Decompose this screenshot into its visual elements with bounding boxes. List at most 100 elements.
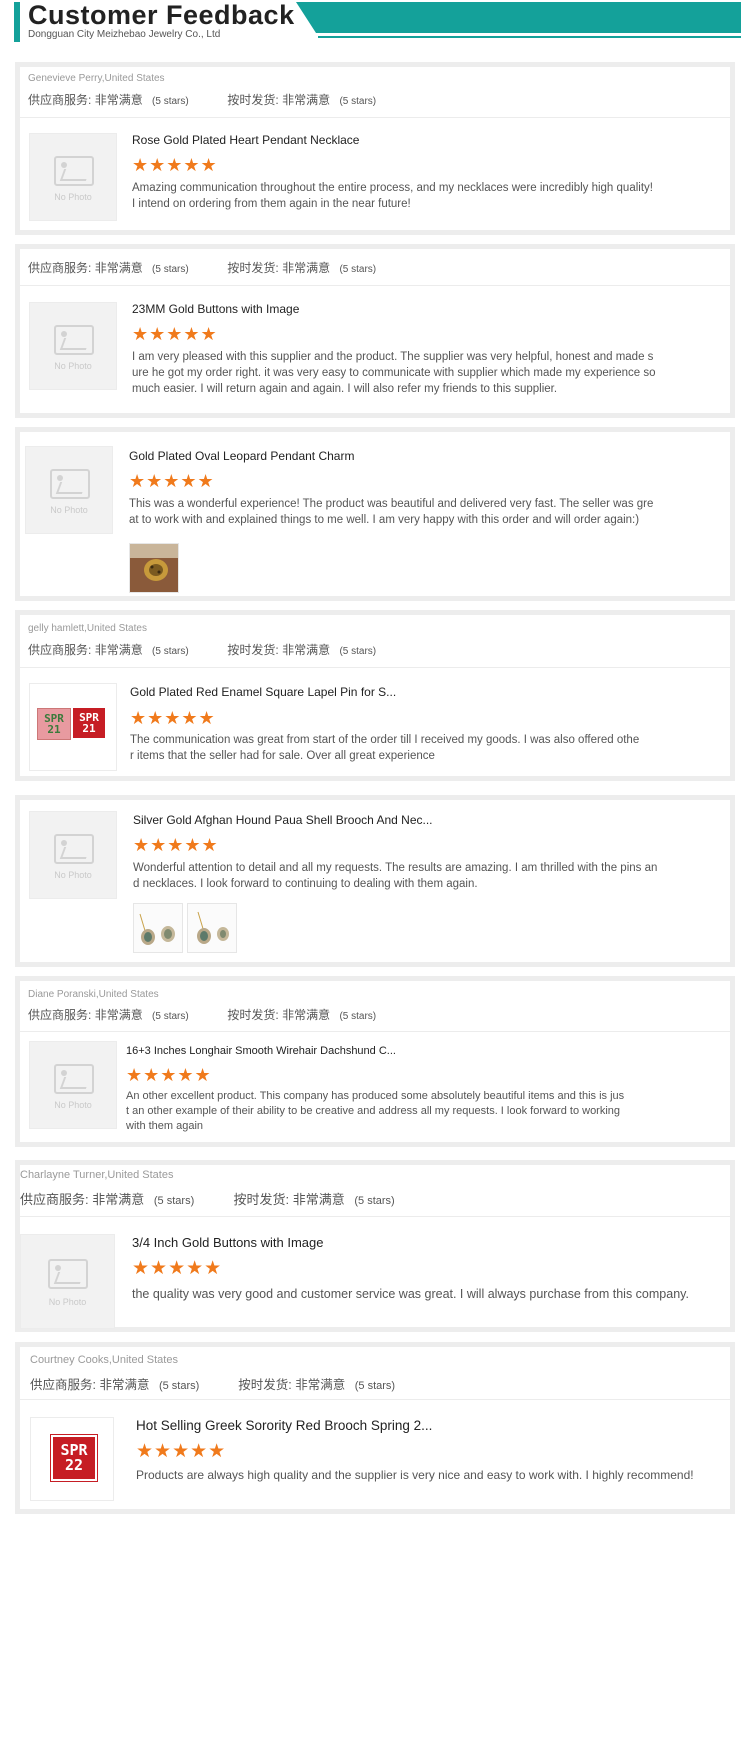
reviewer-name: Charlayne Turner,United States xyxy=(20,1169,174,1181)
rating-summary: 供应商服务: 非常满意 (5 stars) 按时发货: 非常满意 (5 star… xyxy=(28,641,376,658)
product-thumbnail[interactable]: No Photo xyxy=(29,811,117,899)
supplier-service-label: 供应商服务: xyxy=(28,261,92,275)
delivery-value: 非常满意 xyxy=(295,1378,346,1392)
product-thumbnail[interactable]: No Photo xyxy=(25,446,113,534)
review-text: The communication was great from start o… xyxy=(130,734,640,762)
image-placeholder-icon xyxy=(54,834,94,864)
review-header: 供应商服务: 非常满意 (5 stars) 按时发货: 非常满意 (5 star… xyxy=(20,249,730,286)
rating-summary: 供应商服务: 非常满意 (5 stars) 按时发货: 非常满意 (5 star… xyxy=(28,259,376,276)
product-name[interactable]: Gold Plated Oval Leopard Pendant Charm xyxy=(129,449,354,463)
image-placeholder-icon xyxy=(54,325,94,355)
reviewer-name: Courtney Cooks,United States xyxy=(30,1354,178,1366)
star-rating-icon: ★★★★★ xyxy=(129,471,215,491)
product-thumbnail[interactable]: No Photo xyxy=(20,1234,115,1329)
star-rating-icon: ★★★★★ xyxy=(132,1258,223,1279)
supplier-service-label: 供应商服务: xyxy=(30,1378,96,1392)
product-name[interactable]: Silver Gold Afghan Hound Paua Shell Broo… xyxy=(133,813,433,827)
no-photo-label: No Photo xyxy=(50,505,88,515)
supplier-service-value: 非常满意 xyxy=(99,1378,150,1392)
rating-summary: 供应商服务: 非常满意 (5 stars) 按时发货: 非常满意 (5 star… xyxy=(28,1006,376,1023)
product-thumbnail[interactable]: SPR 21 SPR 21 xyxy=(29,683,117,771)
no-photo-label: No Photo xyxy=(48,1297,87,1307)
product-name[interactable]: 16+3 Inches Longhair Smooth Wirehair Dac… xyxy=(126,1045,396,1057)
product-thumbnail[interactable]: No Photo xyxy=(29,302,117,390)
delivery-label: 按时发货: xyxy=(227,643,279,657)
product-name[interactable]: Rose Gold Plated Heart Pendant Necklace xyxy=(132,133,359,147)
supplier-service-value: 非常满意 xyxy=(94,643,143,657)
page-header: Customer Feedback Dongguan City Meizheba… xyxy=(0,0,750,50)
image-placeholder-icon xyxy=(50,469,90,499)
rating-summary: 供应商服务: 非常满意 (5 stars) 按时发货: 非常满意 (5 star… xyxy=(30,1374,395,1393)
review-text: An other excellent product. This company… xyxy=(126,1090,625,1132)
star-rating-icon: ★★★★★ xyxy=(132,324,218,344)
no-photo-label: No Photo xyxy=(54,192,92,202)
supplier-service-stars: (5 stars) xyxy=(152,1011,189,1022)
star-rating-icon: ★★★★★ xyxy=(126,1065,212,1085)
product-thumbnail[interactable]: SPR 22 xyxy=(30,1417,114,1501)
pin-text: 21 xyxy=(47,723,61,736)
supplier-service-label: 供应商服务: xyxy=(28,93,92,107)
product-name[interactable]: 3/4 Inch Gold Buttons with Image xyxy=(132,1235,324,1250)
review-text: the quality was very good and customer s… xyxy=(132,1287,689,1301)
pin-image-pink: SPR 21 xyxy=(37,708,71,740)
product-thumbnail[interactable]: No Photo xyxy=(29,1041,117,1129)
review-text: Products are always high quality and the… xyxy=(136,1468,694,1482)
pin-image-red: SPR 21 xyxy=(73,708,105,738)
company-name: Dongguan City Meizhebao Jewelry Co., Ltd xyxy=(28,29,221,40)
review-card: Diane Poranski,United States 供应商服务: 非常满意… xyxy=(15,976,735,1147)
review-header: Diane Poranski,United States 供应商服务: 非常满意… xyxy=(20,981,730,1032)
review-card: gelly hamlett,United States 供应商服务: 非常满意 … xyxy=(15,610,735,781)
rating-summary: 供应商服务: 非常满意 (5 stars) 按时发货: 非常满意 (5 star… xyxy=(20,1189,395,1208)
supplier-service-label: 供应商服务: xyxy=(28,643,92,657)
no-photo-label: No Photo xyxy=(54,361,92,371)
star-rating-icon: ★★★★★ xyxy=(130,708,216,728)
product-name[interactable]: Gold Plated Red Enamel Square Lapel Pin … xyxy=(130,685,396,699)
supplier-service-stars: (5 stars) xyxy=(153,1195,195,1207)
review-photo[interactable] xyxy=(187,903,237,953)
product-name[interactable]: Hot Selling Greek Sorority Red Brooch Sp… xyxy=(136,1418,432,1433)
delivery-value: 非常满意 xyxy=(282,261,331,275)
review-photo[interactable] xyxy=(129,543,179,593)
header-band xyxy=(296,2,741,39)
star-rating-icon: ★★★★★ xyxy=(132,155,218,175)
supplier-service-value: 非常满意 xyxy=(94,1008,143,1022)
review-text: I am very pleased with this supplier and… xyxy=(132,351,656,395)
delivery-label: 按时发货: xyxy=(227,261,279,275)
review-card: Courtney Cooks,United States 供应商服务: 非常满意… xyxy=(15,1342,735,1514)
no-photo-label: No Photo xyxy=(54,1100,92,1110)
supplier-service-stars: (5 stars) xyxy=(152,96,189,107)
delivery-label: 按时发货: xyxy=(227,93,279,107)
header-accent-bar xyxy=(14,2,20,42)
product-thumbnail[interactable]: No Photo xyxy=(29,133,117,221)
review-header: gelly hamlett,United States 供应商服务: 非常满意 … xyxy=(20,615,730,668)
star-rating-icon: ★★★★★ xyxy=(133,835,219,855)
delivery-label: 按时发货: xyxy=(227,1008,279,1022)
delivery-value: 非常满意 xyxy=(292,1192,345,1207)
image-placeholder-icon xyxy=(54,156,94,186)
review-card: No Photo Silver Gold Afghan Hound Paua S… xyxy=(15,795,735,967)
delivery-stars: (5 stars) xyxy=(339,264,377,275)
review-text: Amazing communication throughout the ent… xyxy=(132,182,653,210)
delivery-value: 非常满意 xyxy=(282,643,331,657)
star-rating-icon: ★★★★★ xyxy=(136,1441,227,1462)
delivery-stars: (5 stars) xyxy=(354,1380,396,1392)
delivery-label: 按时发货: xyxy=(238,1378,292,1392)
supplier-service-label: 供应商服务: xyxy=(28,1008,92,1022)
review-photo[interactable] xyxy=(133,903,183,953)
pin-text: 22 xyxy=(64,1456,84,1474)
supplier-service-value: 非常满意 xyxy=(94,261,143,275)
pin-text: 21 xyxy=(82,722,96,735)
delivery-label: 按时发货: xyxy=(233,1192,290,1207)
delivery-value: 非常满意 xyxy=(282,1008,331,1022)
review-card: Charlayne Turner,United States 供应商服务: 非常… xyxy=(15,1160,735,1332)
pin-image-red: SPR 22 xyxy=(51,1435,97,1481)
product-name[interactable]: 23MM Gold Buttons with Image xyxy=(132,302,299,316)
delivery-stars: (5 stars) xyxy=(339,96,377,107)
review-header: Charlayne Turner,United States 供应商服务: 非常… xyxy=(20,1165,730,1217)
supplier-service-stars: (5 stars) xyxy=(152,264,189,275)
no-photo-label: No Photo xyxy=(54,870,92,880)
reviewer-name: gelly hamlett,United States xyxy=(28,623,147,634)
review-header: Courtney Cooks,United States 供应商服务: 非常满意… xyxy=(20,1347,730,1400)
delivery-stars: (5 stars) xyxy=(339,646,377,657)
supplier-service-stars: (5 stars) xyxy=(152,646,189,657)
